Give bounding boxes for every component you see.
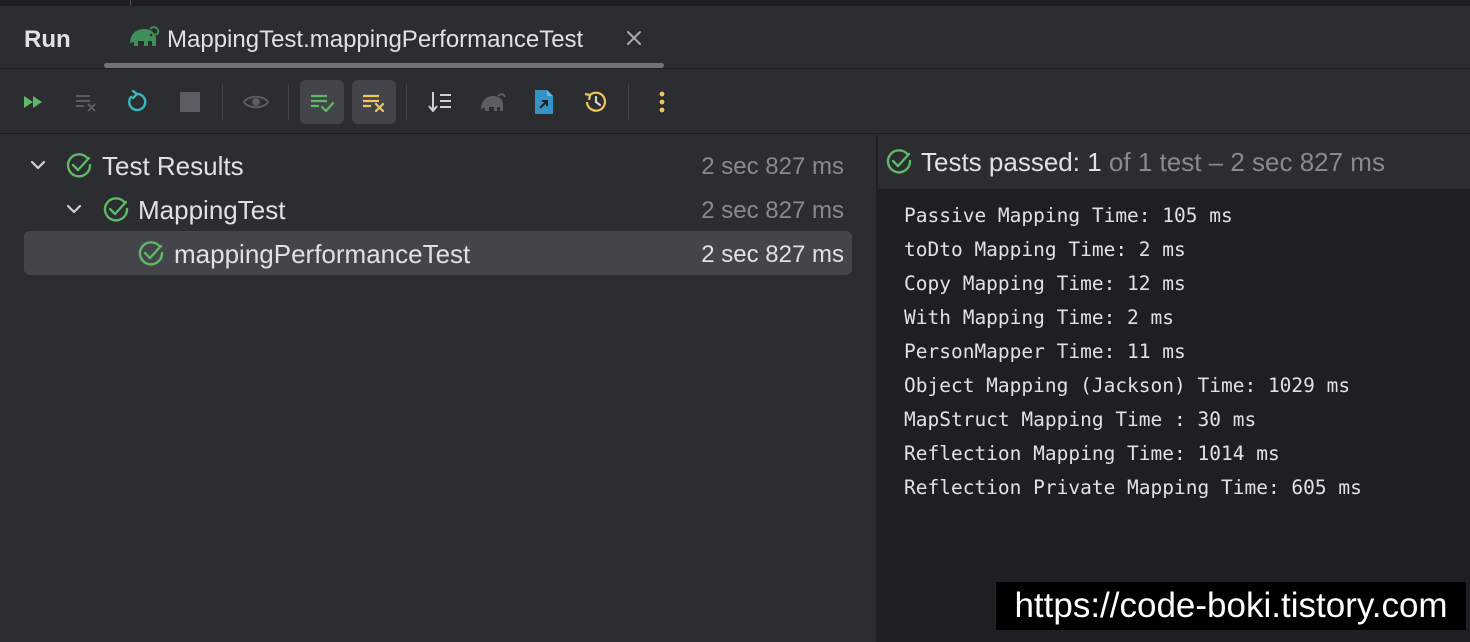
rerun-failed-tests-button[interactable]: [12, 80, 56, 124]
watermark: https://code-boki.tistory.com: [996, 582, 1466, 630]
tree-row-mappingperformancetest[interactable]: mappingPerformanceTest 2 sec 827 ms: [24, 231, 852, 275]
toolbar-separator: [288, 84, 289, 120]
run-tab[interactable]: MappingTest.mappingPerformanceTest: [104, 6, 664, 69]
test-passed-icon: [66, 153, 92, 178]
run-toolbar: [0, 70, 1470, 134]
gradle-icon: [481, 93, 506, 111]
toolbar-separator: [628, 84, 629, 120]
lines-x-yellow-icon: [363, 94, 385, 113]
tree-row-duration: 2 sec 827 ms: [701, 241, 844, 268]
console-line: Object Mapping (Jackson) Time: 1029 ms: [904, 374, 1351, 397]
tree-row-mappingtest[interactable]: MappingTest 2 sec 827 ms: [24, 187, 852, 231]
gradle-button[interactable]: [470, 80, 514, 124]
test-history-button[interactable]: [574, 80, 618, 124]
console-output: Passive Mapping Time: 105 ms toDto Mappi…: [904, 199, 1362, 505]
console-line: toDto Mapping Time: 2 ms: [904, 238, 1186, 261]
status-count: 1: [1087, 147, 1102, 177]
toolbar-separator: [222, 84, 223, 120]
console-line: Passive Mapping Time: 105 ms: [904, 204, 1233, 227]
tree-row-label: Test Results: [102, 151, 244, 181]
console-line: PersonMapper Time: 11 ms: [904, 340, 1186, 363]
test-results-tree: Test Results 2 sec 827 ms MappingTest 2 …: [0, 135, 876, 642]
vertical-dots-icon: [659, 91, 665, 113]
test-passed-icon: [103, 197, 129, 222]
stop-square-icon: [180, 92, 200, 112]
test-passed-icon: [138, 241, 164, 266]
console-line: MapStruct Mapping Time : 30 ms: [904, 408, 1257, 431]
run-tool-window-header: Run MappingTest.mappingPerformanceTest: [0, 6, 1470, 69]
chevron-down-icon[interactable]: [64, 199, 84, 219]
lines-x-icon: [76, 95, 96, 112]
export-file-icon: [535, 90, 553, 114]
sort-icon: [428, 92, 451, 112]
test-passed-icon: [886, 149, 912, 174]
stop-button[interactable]: [168, 80, 212, 124]
show-failed-button[interactable]: [352, 80, 396, 124]
chevron-down-icon[interactable]: [28, 155, 48, 175]
close-icon[interactable]: [624, 28, 644, 48]
active-tab-indicator: [104, 63, 664, 68]
status-label: Tests passed:: [921, 147, 1080, 177]
tree-row-duration: 2 sec 827 ms: [701, 153, 844, 180]
export-results-button[interactable]: [522, 80, 566, 124]
tree-row-duration: 2 sec 827 ms: [701, 197, 844, 224]
eye-icon: [242, 95, 270, 109]
double-play-icon: [24, 96, 42, 108]
tree-row-test-results[interactable]: Test Results 2 sec 827 ms: [24, 143, 852, 187]
rerun-failed-button[interactable]: [64, 80, 108, 124]
console-line: With Mapping Time: 2 ms: [904, 306, 1175, 329]
show-passed-button[interactable]: [300, 80, 344, 124]
console-line: Reflection Private Mapping Time: 605 ms: [904, 476, 1362, 499]
sort-button[interactable]: [418, 80, 462, 124]
console-output-panel[interactable]: Tests passed: 1 of 1 test – 2 sec 827 ms…: [878, 135, 1470, 642]
refresh-icon: [128, 89, 147, 112]
show-ignored-button[interactable]: [234, 80, 278, 124]
run-tab-label: MappingTest.mappingPerformanceTest: [167, 26, 584, 53]
status-rest: of 1 test – 2 sec 827 ms: [1108, 147, 1385, 177]
lines-check-icon: [311, 94, 335, 113]
rerun-button[interactable]: [115, 80, 159, 124]
tree-row-label: mappingPerformanceTest: [174, 239, 471, 269]
test-status-bar: Tests passed: 1 of 1 test – 2 sec 827 ms: [878, 135, 1470, 189]
history-clock-icon: [584, 91, 607, 112]
gradle-elephant-icon: [130, 26, 160, 46]
console-line: Reflection Mapping Time: 1014 ms: [904, 442, 1280, 465]
toolbar-separator: [406, 84, 407, 120]
more-options-button[interactable]: [640, 80, 684, 124]
console-line: Copy Mapping Time: 12 ms: [904, 272, 1186, 295]
test-status-text: Tests passed: 1 of 1 test – 2 sec 827 ms: [921, 147, 1385, 178]
tree-row-label: MappingTest: [138, 195, 286, 225]
panel-title: Run: [24, 26, 71, 53]
